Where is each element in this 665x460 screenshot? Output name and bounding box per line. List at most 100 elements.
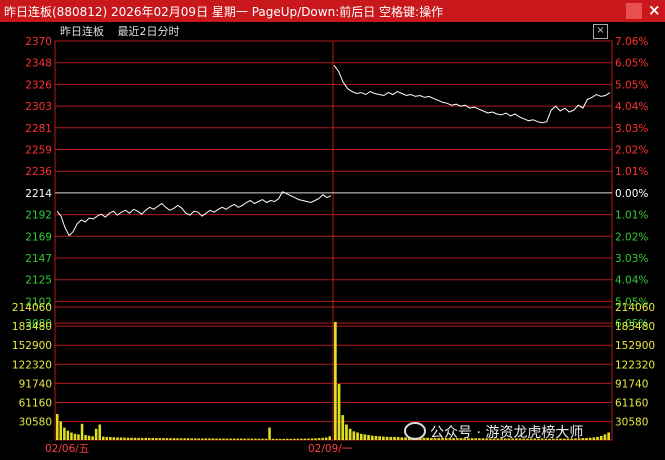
volume-bar-day1 — [98, 424, 101, 440]
volume-bar-day2 — [393, 437, 396, 440]
volume-bar-day1 — [165, 438, 169, 440]
pct-tick-label: 1.01% — [615, 166, 648, 178]
volume-bar-day1 — [56, 413, 59, 440]
volume-tick-label: 30580 — [19, 417, 52, 429]
wechat-logo-icon — [404, 422, 426, 440]
volume-bar-day1 — [321, 437, 324, 440]
volume-bar-day1 — [155, 438, 158, 440]
volume-bar-day1 — [112, 437, 116, 440]
volume-bar-day1 — [94, 428, 98, 440]
volume-tick-label: 122320 — [12, 359, 52, 371]
volume-bar-day1 — [243, 438, 246, 440]
intraday-chart: 2370 2348 2326 2303 2281 2259 2236 2214 2192 2169… — [12, 36, 655, 455]
price-tick-label: 2281 — [25, 123, 52, 135]
volume-bar-day1 — [137, 437, 140, 440]
volume-bar-day1 — [254, 438, 257, 440]
price-tick-label: 2192 — [25, 210, 52, 222]
volume-bar-day1 — [80, 423, 84, 440]
volume-bar-day1 — [169, 438, 172, 440]
volume-tick-label: 61160 — [19, 398, 52, 410]
volume-bar-day1 — [268, 427, 271, 440]
volume-tick-label: 122320 — [615, 359, 655, 371]
volume-bar-day2 — [385, 436, 389, 440]
volume-bar-day1 — [261, 438, 264, 440]
right-axis-labels: 7.06% 6.05% 5.05% 4.04% 3.03% 2.02% 1.01% 0.00%… — [615, 36, 655, 429]
volume-bar-day2 — [356, 432, 359, 440]
volume-bar-day1 — [148, 438, 151, 440]
volume-bar-day1 — [66, 430, 70, 440]
volume-bar-day1 — [240, 438, 243, 440]
volume-bar-day1 — [201, 438, 204, 440]
volume-bar-day1 — [232, 438, 236, 440]
x-label-day1: 02/06/五 — [45, 443, 89, 455]
pct-tick-label: 0.00% — [615, 188, 648, 200]
volume-bar-day2 — [592, 437, 596, 440]
volume-bar-day1 — [271, 438, 275, 440]
left-axis-labels: 2370 2348 2326 2303 2281 2259 2236 2214 2192 2169… — [12, 36, 52, 429]
price-tick-label: 2147 — [25, 253, 52, 265]
volume-bar-day1 — [87, 435, 91, 440]
volume-bar-day2 — [603, 434, 607, 440]
volume-bar-day2 — [382, 436, 385, 440]
pct-tick-label: 1.01% — [615, 210, 648, 222]
volume-bar-day2 — [389, 436, 393, 440]
volume-bar-day1 — [314, 438, 317, 440]
volume-bar-day2 — [599, 436, 603, 440]
volume-bar-day1 — [162, 438, 165, 440]
chart-subtitle: 最近2日分时 — [117, 25, 180, 38]
price-tick-label: 2326 — [25, 79, 52, 91]
volume-bar-day1 — [140, 437, 144, 440]
volume-bar-day1 — [151, 438, 154, 440]
volume-tick-label: 152900 — [12, 340, 52, 352]
volume-bar-day1 — [275, 438, 278, 440]
volume-bar-day2 — [367, 435, 370, 440]
volume-bar-day1 — [123, 437, 126, 440]
volume-tick-label: 183480 — [12, 321, 52, 333]
restore-icon[interactable] — [626, 3, 642, 19]
volume-bar-day1 — [77, 434, 80, 440]
volume-bar-day1 — [197, 438, 200, 440]
volume-bar-day1 — [172, 438, 176, 440]
volume-bar-day1 — [296, 438, 300, 440]
pct-tick-label: 5.05% — [615, 79, 648, 91]
window-titlebar: 昨日连板(880812) 2026年02月09日 星期一 PageUp/Down… — [0, 0, 665, 22]
volume-bar-day1 — [303, 438, 307, 440]
volume-bar-day1 — [250, 438, 254, 440]
volume-bar-day2 — [400, 437, 404, 440]
volume-bar-day1 — [229, 438, 232, 440]
window-close-icon[interactable]: × — [648, 1, 661, 19]
volume-bar-day1 — [218, 438, 222, 440]
volume-bar-day1 — [278, 438, 282, 440]
volume-tick-label: 152900 — [615, 340, 655, 352]
volume-bar-day1 — [59, 421, 62, 440]
volume-bar-day1 — [105, 436, 108, 440]
volume-bar-day1 — [257, 438, 261, 440]
volume-bar-day2 — [596, 436, 599, 440]
pct-tick-label: 6.05% — [615, 58, 648, 70]
volume-bar-day1 — [84, 435, 87, 440]
watermark: 公众号 · 游资龙虎榜大师 — [404, 422, 583, 442]
volume-bar-day1 — [102, 436, 105, 440]
volume-tick-label: 183480 — [615, 321, 655, 333]
pct-tick-label: 2.02% — [615, 231, 648, 243]
volume-tick-label: 91740 — [615, 378, 648, 390]
volume-bar-day1 — [286, 438, 289, 440]
volume-bar-day1 — [215, 438, 218, 440]
volume-bar-day1 — [324, 437, 328, 440]
volume-bar-day1 — [73, 433, 77, 440]
volume-bar-day2 — [363, 434, 367, 440]
chart-close-icon[interactable]: × — [593, 24, 608, 39]
price-tick-label: 2214 — [25, 188, 52, 200]
volume-bar-day2 — [370, 435, 374, 440]
x-axis-labels: 02/06/五 02/09/一 — [45, 443, 353, 455]
volume-bar-day2 — [352, 431, 356, 440]
chart-header: 昨日连板 最近2日分时 — [60, 23, 190, 39]
volume-bar-day1 — [176, 438, 179, 440]
pct-tick-label: 4.04% — [615, 101, 648, 113]
volume-bar-day1 — [194, 438, 197, 440]
volume-bar-day1 — [179, 438, 183, 440]
volume-bar-day2 — [378, 436, 381, 440]
volume-bar-day1 — [70, 432, 73, 440]
volume-bar-day1 — [186, 438, 190, 440]
watermark-text: 公众号 · 游资龙虎榜大师 — [430, 425, 584, 441]
